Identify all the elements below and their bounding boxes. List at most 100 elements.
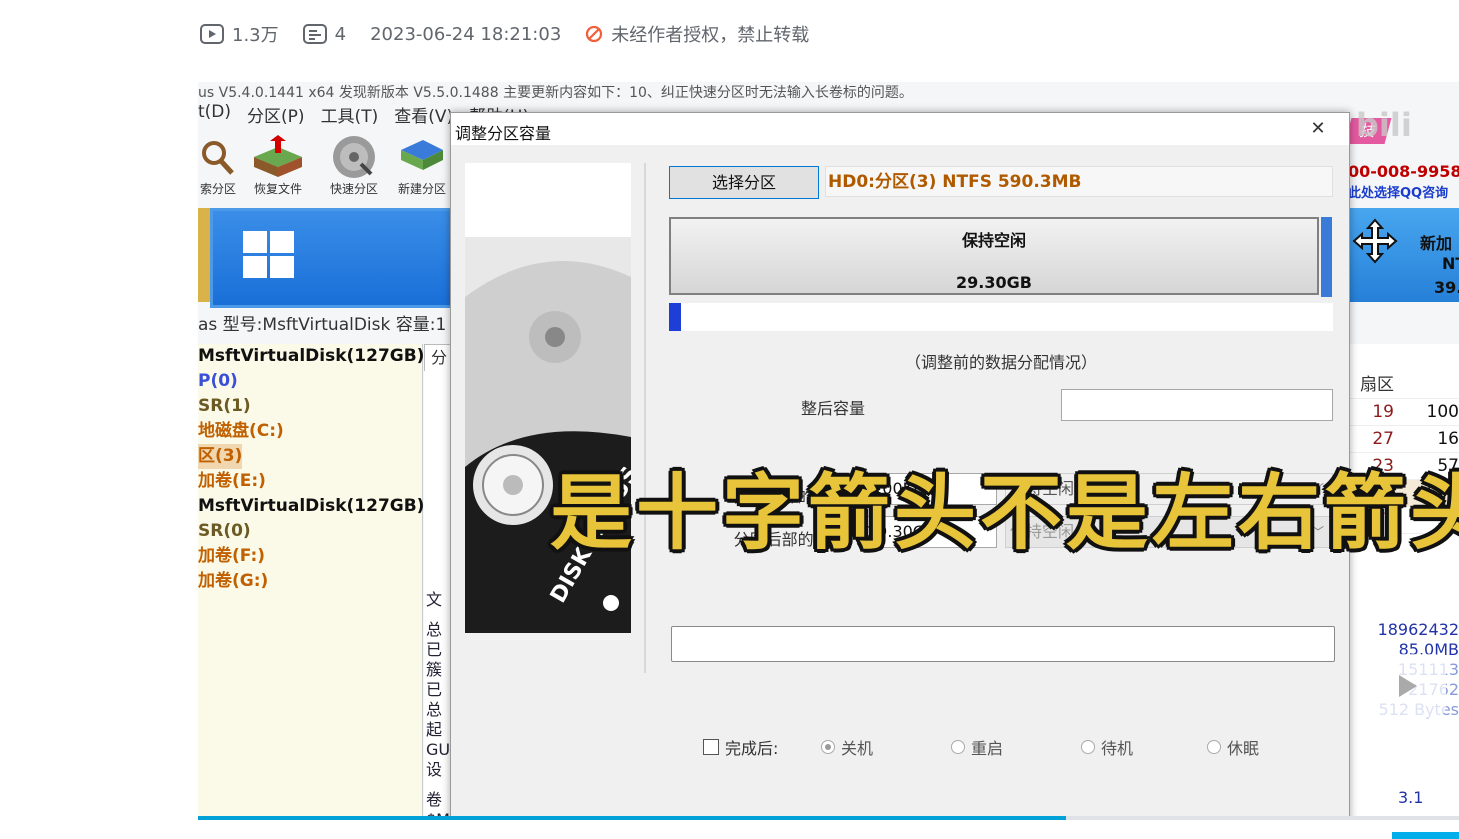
next-video-button[interactable]: [1366, 654, 1446, 718]
danmaku: 4: [302, 23, 347, 45]
app-title-bar: us V5.4.0.1441 x64 发现新版本 V5.5.0.1488 主要更…: [198, 85, 913, 101]
video-meta-bar: 1.3万 4 2023-06-24 18:21:03 未经作者授权，禁止转载: [200, 18, 833, 50]
menu-item[interactable]: 工具(T): [321, 102, 379, 127]
disk-tree: MsftVirtualDisk(127GB) P(0) SR(1) 地磁盘(C:…: [198, 344, 424, 822]
windows-logo-icon: [243, 231, 294, 278]
info-label: 已: [426, 680, 443, 699]
danmaku-count: 4: [334, 23, 347, 45]
promo-qq: 此处选择QQ咨询: [1348, 186, 1449, 201]
recover-file-icon: [254, 135, 302, 177]
toolbar-new-partition[interactable]: 新建分区: [394, 134, 450, 204]
play-icon: [1399, 675, 1417, 697]
new-size-label: 整后容量: [801, 399, 866, 418]
close-button[interactable]: ✕: [1305, 117, 1331, 141]
cell: 19: [1372, 402, 1394, 422]
info-value: 18962432: [1377, 620, 1459, 639]
toolbar-label: 新建分区: [397, 182, 446, 196]
info-value: 3.1: [1398, 788, 1424, 807]
tree-item[interactable]: 加卷(F:): [198, 544, 422, 569]
tree-item[interactable]: 地磁盘(C:): [198, 419, 422, 444]
new-size-field[interactable]: [1061, 389, 1333, 421]
after-completion-checkbox[interactable]: [703, 739, 719, 755]
play-count-icon: [200, 24, 224, 44]
tree-item[interactable]: 加卷(G:): [198, 569, 422, 594]
disk-model-line: as 型号:MsftVirtualDisk 容量:1: [198, 315, 447, 335]
move-cursor-icon: [1352, 218, 1398, 268]
dialog-separator: [644, 163, 646, 673]
toolbar-quick-partition[interactable]: 快速分区: [318, 134, 390, 204]
partition-info-field: HD0:分区(3) NTFS 590.3MB: [825, 166, 1333, 197]
space-box-size: 29.30GB: [956, 273, 1032, 292]
toolbar-recover-file[interactable]: 恢复文件: [242, 134, 314, 204]
table-row[interactable]: 19 100: [1348, 399, 1459, 426]
info-label: 设: [426, 760, 443, 779]
info-label: GU: [426, 740, 451, 759]
partition-label-3: 39.: [1434, 278, 1459, 297]
radio-hibernate[interactable]: 休眠: [1207, 735, 1259, 759]
copyright-text: 未经作者授权，禁止转载: [611, 25, 810, 46]
tree-item[interactable]: MsftVirtualDisk(127GB): [198, 494, 424, 519]
info-label: 簇: [426, 660, 443, 679]
space-box-label: 保持空闲: [961, 231, 1026, 250]
partition-info-labels: 文 总 已 簇 已 总 起 GU 设 卷 $M: [426, 590, 450, 822]
tree-item[interactable]: SR(0): [198, 519, 422, 544]
publish-datetime: 2023-06-24 18:21:03: [370, 23, 562, 45]
radio-label: 重启: [971, 739, 1004, 758]
tree-item[interactable]: MsftVirtualDisk(127GB): [198, 344, 424, 369]
after-completion-label: 完成后:: [725, 739, 779, 758]
player-bottom-strip: [198, 820, 1459, 839]
dialog-titlebar: 调整分区容量 ✕: [451, 113, 1349, 145]
new-partition-icon: [401, 140, 443, 170]
radio-dot: [1081, 740, 1095, 754]
data-allocation-fill: [669, 303, 681, 331]
cell: 100: [1426, 402, 1459, 422]
radio-dot: [821, 740, 835, 754]
app-toolbar: 索分区 恢复文件 快速分区 新建分区: [198, 134, 454, 204]
bilibili-watermark: bili: [1356, 106, 1412, 144]
partition-label-1: 新加: [1420, 234, 1453, 253]
radio-label: 待机: [1101, 739, 1134, 758]
diskgenius-hdd-image: DISKGENIUS: [465, 237, 644, 633]
forbidden-icon: [586, 25, 603, 43]
menu-item[interactable]: 分区(P): [247, 102, 305, 127]
toolbar-label: 索分区: [199, 182, 236, 196]
info-label: 总: [426, 700, 443, 719]
info-label: 卷: [426, 790, 443, 809]
views: 1.3万: [200, 21, 279, 47]
select-partition-button[interactable]: 选择分区: [669, 166, 819, 199]
disk-partition-system[interactable]: [210, 208, 466, 308]
tree-item[interactable]: P(0): [198, 369, 422, 394]
radio-shutdown[interactable]: 关机: [821, 735, 873, 759]
tree-item[interactable]: SR(1): [198, 394, 422, 419]
quick-partition-icon: [333, 136, 375, 178]
radio-restart[interactable]: 重启: [951, 735, 1003, 759]
tree-item-selected[interactable]: 区(3): [198, 444, 243, 469]
info-label: 起: [426, 720, 443, 739]
tree-item[interactable]: 加卷(E:): [198, 469, 422, 494]
allocation-caption: （调整前的数据分配情况）: [904, 353, 1097, 372]
partition-label-2: NT: [1442, 254, 1459, 273]
radio-dot: [951, 740, 965, 754]
info-label: 总: [426, 620, 443, 639]
table-header: 扇区: [1348, 372, 1459, 399]
info-label: 文: [426, 590, 443, 609]
radio-label: 休眠: [1227, 739, 1260, 758]
toolbar-label: 恢复文件: [253, 182, 302, 196]
player-accent-bar: [1392, 832, 1459, 839]
radio-label: 关机: [841, 739, 874, 758]
toolbar-search-partition[interactable]: 索分区: [198, 134, 238, 204]
toolbar-label: 快速分区: [329, 182, 378, 196]
partition-space-box[interactable]: 保持空闲 29.30GB: [669, 217, 1319, 295]
video-player[interactable]: us V5.4.0.1441 x64 发现新版本 V5.5.0.1488 主要更…: [198, 82, 1459, 822]
radio-standby[interactable]: 待机: [1081, 735, 1133, 759]
radio-dot: [1207, 740, 1221, 754]
video-subtitle-overlay: 是十字箭头不是左右箭头: [550, 466, 1459, 561]
column-header: 扇区: [1360, 375, 1394, 395]
menu-item[interactable]: t(D): [198, 102, 231, 126]
after-completion-option[interactable]: 完成后:: [703, 735, 778, 759]
copyright-notice: 未经作者授权，禁止转载: [585, 21, 809, 47]
views-count: 1.3万: [232, 25, 279, 46]
menu-item[interactable]: 查看(V): [394, 102, 453, 127]
resize-handle[interactable]: [1321, 217, 1332, 297]
danmaku-icon: [302, 24, 327, 44]
